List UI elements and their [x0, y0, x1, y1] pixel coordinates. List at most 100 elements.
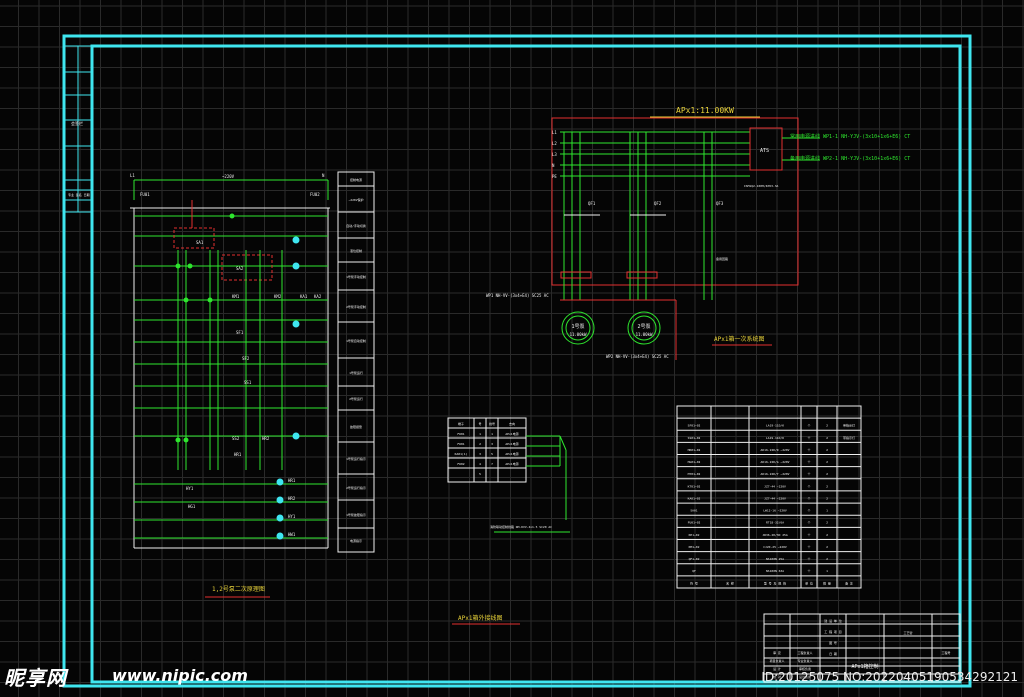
- side-table-cell: 故障报警: [350, 424, 362, 429]
- side-table-cell: 液位控制: [350, 248, 362, 253]
- lamp-label: HY1: [288, 514, 296, 519]
- indicator-lamp: [292, 432, 300, 440]
- strip-label: 会签栏: [71, 120, 83, 126]
- breaker-label: QF2: [654, 201, 662, 206]
- lamp-label: HR2: [288, 496, 296, 501]
- equipment-cell: JZ7-44 ~220V: [764, 484, 786, 488]
- equipment-cell: 2: [826, 484, 828, 488]
- terminal-header: 线号: [489, 421, 495, 426]
- ctrl-top-label: FU02: [310, 192, 320, 197]
- terminal-header: 去向: [509, 421, 515, 426]
- bus-label: PE: [552, 174, 557, 179]
- equipment-cell: 1: [826, 509, 828, 513]
- bus-label: L1: [552, 130, 557, 135]
- tb-cell: 日 期: [829, 651, 837, 656]
- equipment-cell: CJ20-25 ~220V: [763, 545, 787, 549]
- indicator-lamp: [276, 478, 284, 486]
- terminal-cell: KA01(1): [455, 452, 468, 456]
- drawing-svg: 会签栏专业 签名 日期 APx1:11.00KW L1 L2 L3 N PE ATS ISM1Q…: [0, 0, 1024, 697]
- strip-label: 专业 签名 日期: [68, 192, 90, 197]
- equipment-cell: FU01~02: [688, 521, 701, 525]
- equipment-cell: 2: [826, 472, 828, 476]
- contact-label: SA1: [196, 240, 204, 245]
- equipment-cell: LA19-11D/K: [766, 436, 784, 440]
- terminal-cell: APx1电源: [505, 461, 518, 466]
- indicator-lamp: [276, 532, 284, 540]
- terminal-cell: 3: [479, 452, 481, 456]
- side-table-cell: 1号泵运行指示: [346, 456, 366, 461]
- terminal-header: 号: [478, 421, 481, 426]
- equipment-cell: LA19-11D/K: [766, 424, 784, 428]
- junction: [175, 263, 181, 269]
- contact-label: HR1: [234, 452, 242, 457]
- control-caption: 1,2号泵二次原理图: [212, 585, 265, 593]
- equipment-cell: 带指示灯: [843, 423, 855, 428]
- side-table-cell: 2号泵运行指示: [346, 485, 366, 490]
- equipment-cell: 2: [826, 448, 828, 452]
- tb-cell: 工 程 项 目: [824, 629, 841, 634]
- equipment-cell: KT01~02: [688, 484, 701, 488]
- lamp-label: HR1: [288, 478, 296, 483]
- equipment-cell: KM1~02: [689, 545, 700, 549]
- terminal-cell: APx1电源: [505, 441, 518, 446]
- side-table-cell: 自动/手动切换: [346, 223, 366, 228]
- equipment-cell: 2: [826, 557, 828, 561]
- equipment-cell: 2: [826, 460, 828, 464]
- junction: [175, 437, 181, 443]
- side-table-cell: 控制电源: [350, 177, 362, 182]
- feeder-1-label: 常用电源进线 WP1-1 NH-YJV-(3x10+1x6+E6) CT: [790, 133, 910, 140]
- equipment-cell: 个: [807, 557, 810, 561]
- equipment-footer: 备 注: [845, 580, 853, 585]
- terminal-cell: APx1电源: [505, 451, 518, 456]
- bus-label: L3: [552, 152, 557, 157]
- terminal-cable-note: 消防联动控制线路 NH-KVV-4x1.5 SC20 AC: [490, 524, 552, 529]
- equipment-cell: 2: [826, 424, 828, 428]
- ctrl-bus-label: ~220V: [222, 174, 235, 179]
- junction: [183, 437, 189, 443]
- equipment-cell: 2: [826, 496, 828, 500]
- equipment-cell: AD16-22D/G ~220V: [761, 460, 790, 464]
- equipment-cell: 个: [807, 484, 810, 488]
- motor-2-label: 2号泵: [637, 324, 650, 330]
- equipment-cell: 个: [807, 448, 810, 452]
- equipment-footer: 名 称: [726, 580, 734, 585]
- equipment-footer: 单 位: [805, 580, 813, 585]
- equipment-cell: AD16-22D/Y ~220V: [761, 472, 790, 476]
- bus-label: L2: [552, 141, 557, 146]
- equipment-cell: QF: [692, 569, 696, 573]
- equipment-cell: NS100N 63A: [766, 569, 784, 573]
- equipment-cell: HY01~02: [688, 472, 701, 476]
- equipment-cell: HR01~02: [688, 448, 701, 452]
- contact-label: SF2: [242, 356, 250, 361]
- equipment-cell: 个: [807, 472, 810, 476]
- contact-label: KM2: [274, 294, 282, 299]
- equipment-cell: 1: [826, 569, 828, 573]
- terminal-wire: [559, 435, 567, 451]
- tb-project: 工程号: [941, 650, 950, 655]
- primary-caption: APx1箱一次系统图: [714, 335, 764, 343]
- terminal-cell: 1: [491, 432, 493, 436]
- equipment-cell: 个: [807, 460, 810, 464]
- contact-label: KA2: [314, 294, 322, 299]
- contact-label: HR2: [262, 436, 270, 441]
- motor-1-power: 11.00kW: [570, 332, 587, 337]
- indicator-lamp: [276, 514, 284, 522]
- branch-2-label: WP2 NH-VV-(3x4+E4) SC25 AC: [606, 354, 669, 359]
- equipment-cell: LW12-16 ~220V: [763, 509, 787, 513]
- cad-drawing-canvas: 会签栏 专业 签名 日期 APx1:11.00KW L1 L2 L3 N PE ATS ISM1Q…: [0, 0, 1024, 697]
- junction: [229, 213, 235, 219]
- contact-label: KA1: [300, 294, 308, 299]
- equipment-footer: 符 号: [690, 580, 698, 585]
- equipment-cell: 2: [826, 436, 828, 440]
- terminal-cell: FU01: [457, 432, 464, 436]
- tb-cell: 审 定: [773, 650, 781, 655]
- watermark-logo: 昵享网: [4, 666, 67, 690]
- contact-label: SF1: [236, 330, 244, 335]
- side-table-cell: 2号泵手动控制: [346, 304, 366, 309]
- contact-label: KM1: [232, 294, 240, 299]
- terminal-cell: 5: [479, 472, 481, 476]
- side-table-cell: 1号泵运行: [349, 370, 363, 375]
- equipment-cell: 2: [826, 533, 828, 537]
- primary-title: APx1:11.00KW: [676, 106, 734, 115]
- equipment-cell: 带指示灯: [843, 435, 855, 440]
